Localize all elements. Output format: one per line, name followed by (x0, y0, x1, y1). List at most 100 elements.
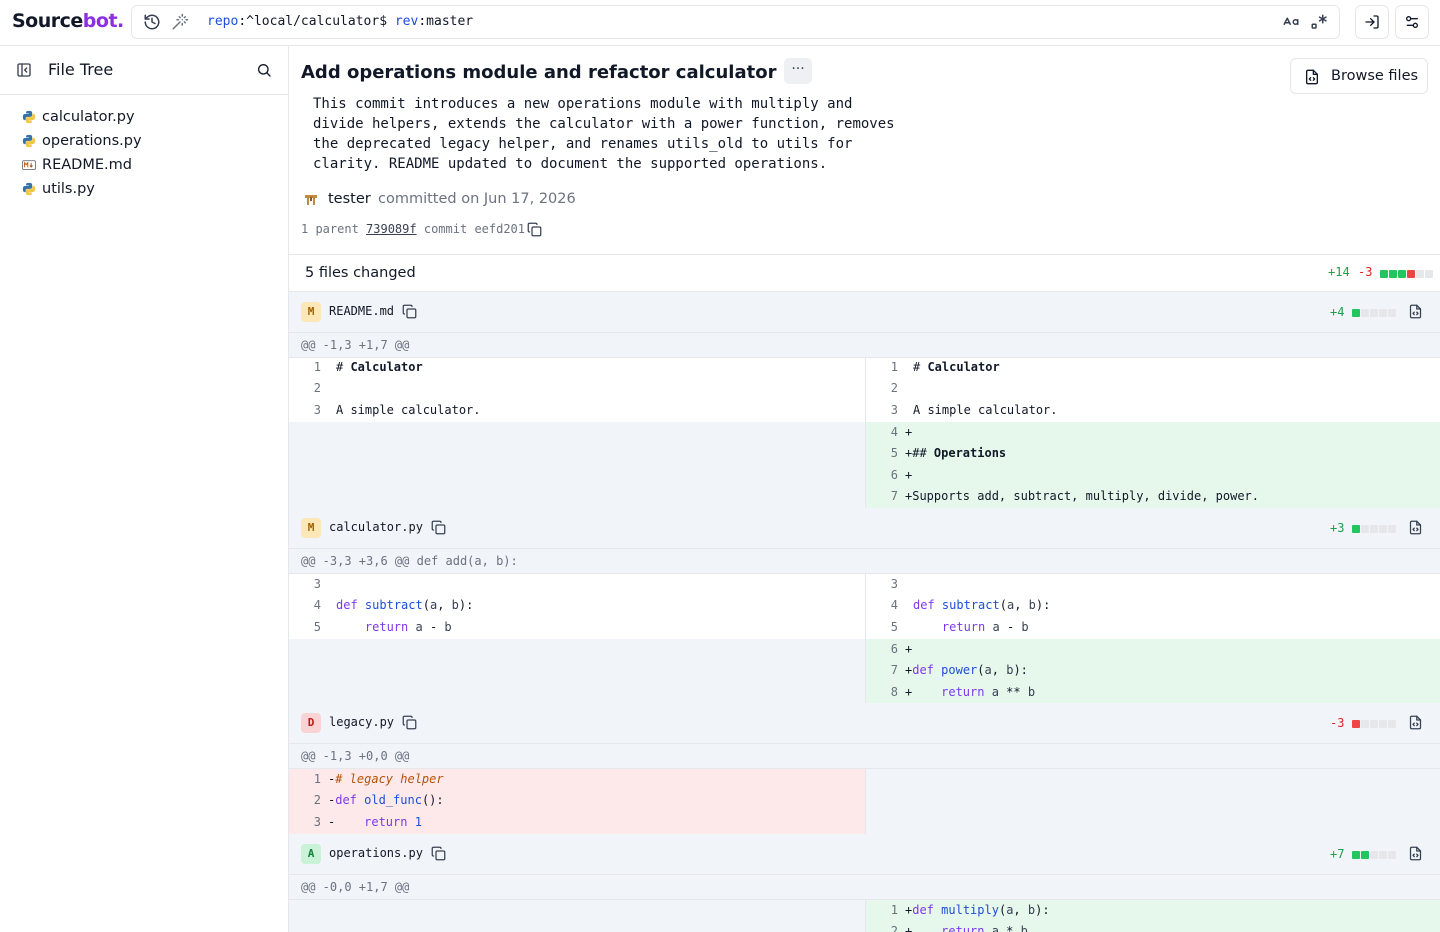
diff-empty-side (289, 900, 865, 932)
diff-line: 2 (865, 378, 1440, 400)
file-tree-panel: File Tree calculator.py operations.py RE… (0, 46, 289, 932)
diff-empty-side (289, 639, 865, 703)
parent-label: 1 parent (301, 222, 359, 236)
diff-line-added: 7 +Supports add, subtract, multiply, divi… (865, 486, 1440, 508)
commit-label: commit (423, 222, 468, 236)
diff-line-added: 1 +def multiply(a, b): (865, 900, 1440, 922)
author-name[interactable]: tester (328, 191, 371, 207)
diff-empty-side (865, 769, 1440, 834)
regex-icon[interactable] (1310, 13, 1328, 31)
file-name[interactable]: legacy.py (329, 715, 394, 729)
file-tree-item-label: calculator.py (42, 109, 135, 125)
hunk-header: @@ -1,3 +0,0 @@ (289, 744, 1440, 769)
file-tree-item-label: utils.py (42, 181, 95, 197)
status-badge: M (301, 518, 321, 538)
sign-in-icon (1365, 15, 1379, 29)
python-file-icon (22, 182, 36, 196)
case-sensitive-icon[interactable] (1282, 13, 1300, 31)
browse-files-button[interactable]: Browse files (1290, 58, 1428, 94)
commit-hash: eefd201 (474, 222, 526, 236)
diff-line: 2 (313, 381, 321, 395)
copy-icon[interactable] (402, 715, 417, 730)
diff-line-added: 7 +def power(a, b): (865, 660, 1440, 682)
file-diff-header: A operations.py +7 (289, 834, 1440, 875)
file-name[interactable]: operations.py (329, 846, 423, 860)
search-icon[interactable] (256, 62, 272, 78)
file-tree-item-label: operations.py (42, 133, 142, 149)
collapse-panel-icon[interactable] (16, 62, 32, 78)
diffstat-bars (1352, 525, 1396, 533)
copy-icon[interactable] (431, 846, 446, 861)
status-badge: A (301, 844, 321, 864)
file-diff-header: M calculator.py +3 (289, 508, 1440, 549)
file-deletions: -3 (1330, 716, 1345, 730)
diff-line: 3A simple calculator. (865, 400, 1440, 422)
diff-line-added: 6 + (865, 465, 1440, 487)
diff-line: 1 # Calculator (865, 357, 1440, 379)
file-tree-item[interactable]: operations.py (22, 130, 142, 152)
commit-view: Add operations module and refactor calcu… (289, 46, 1440, 932)
diff-line-added: 5 +## Operations (865, 443, 1440, 465)
markdown-file-icon (22, 160, 36, 170)
diff-line-added: 2 + return a * b (865, 921, 1440, 932)
diff-line-added: 4 + (865, 422, 1440, 444)
hunk-header: @@ -1,3 +1,7 @@ (289, 333, 1440, 358)
commit-message-body: This commit introduces a new operations … (313, 96, 895, 172)
python-file-icon (22, 110, 36, 124)
copy-icon[interactable] (431, 520, 446, 535)
file-diff-header: M README.md +4 (289, 292, 1440, 333)
diffstat-bars (1380, 270, 1433, 278)
status-badge: D (301, 713, 321, 733)
python-file-icon (22, 134, 36, 148)
copy-icon[interactable] (527, 222, 542, 237)
hunk-header: @@ -3,3 +3,6 @@ def add(a, b): (289, 549, 1440, 574)
top-bar: Sourcebot. repo:^local/calculator$ rev:m… (0, 0, 1440, 46)
status-badge: M (301, 302, 321, 322)
file-tree-item[interactable]: utils.py (22, 178, 95, 200)
parent-hash-link[interactable]: 739089f (366, 222, 417, 236)
view-file-icon[interactable] (1408, 520, 1423, 535)
magic-wand-icon[interactable] (171, 13, 189, 31)
settings-sliders-icon (1406, 15, 1418, 28)
view-file-icon[interactable] (1408, 715, 1423, 730)
diff-line: 4 def subtract(a, b): (313, 598, 474, 612)
diff-line-removed: 2 -def old_func(): (289, 790, 865, 812)
diff-line: 5 return a - b (313, 620, 452, 634)
diff-line: 1 # Calculator (313, 360, 423, 374)
file-additions: +4 (1330, 305, 1345, 319)
hunk-header: @@ -0,0 +1,7 @@ (289, 875, 1440, 900)
browse-files-label: Browse files (1331, 68, 1419, 84)
commit-parent-info: 1 parent 739089f commit eefd201 (301, 222, 525, 236)
diff-line-removed: 3- return 1 (289, 812, 865, 834)
sign-in-button[interactable] (1355, 5, 1389, 39)
file-name[interactable]: calculator.py (329, 520, 423, 534)
file-tree-item-label: README.md (42, 157, 132, 173)
sourcebot-logo[interactable]: Sourcebot. (12, 10, 124, 32)
diffstat-bars (1352, 720, 1396, 728)
diffstat-bars (1352, 309, 1396, 317)
file-code-icon (1306, 69, 1318, 85)
diff-line: 3 (313, 577, 321, 591)
diff-line: 4 def subtract(a, b): (865, 595, 1440, 617)
file-tree-item[interactable]: README.md (22, 154, 132, 176)
diff-line: 5 return a - b (865, 617, 1440, 639)
copy-icon[interactable] (402, 304, 417, 319)
diff-empty-side (289, 422, 865, 508)
file-additions: +7 (1330, 847, 1345, 861)
settings-button[interactable] (1395, 5, 1429, 39)
more-button[interactable]: ··· (784, 58, 812, 84)
search-bar[interactable]: repo:^local/calculator$ rev:master (131, 5, 1340, 39)
file-name[interactable]: README.md (329, 304, 394, 318)
diffstat-bars (1352, 851, 1396, 859)
files-changed-count: 5 files changed (305, 265, 416, 281)
history-icon[interactable] (143, 13, 161, 31)
total-additions: +14 (1328, 265, 1350, 279)
search-query[interactable]: repo:^local/calculator$ rev:master (207, 14, 473, 29)
view-file-icon[interactable] (1408, 846, 1423, 861)
view-file-icon[interactable] (1408, 304, 1423, 319)
file-tree-item[interactable]: calculator.py (22, 106, 135, 128)
file-additions: +3 (1330, 521, 1345, 535)
diff-line-added: 6 + (865, 639, 1440, 661)
diff-line: 3 (865, 574, 1440, 596)
file-tree-title: File Tree (48, 60, 114, 79)
